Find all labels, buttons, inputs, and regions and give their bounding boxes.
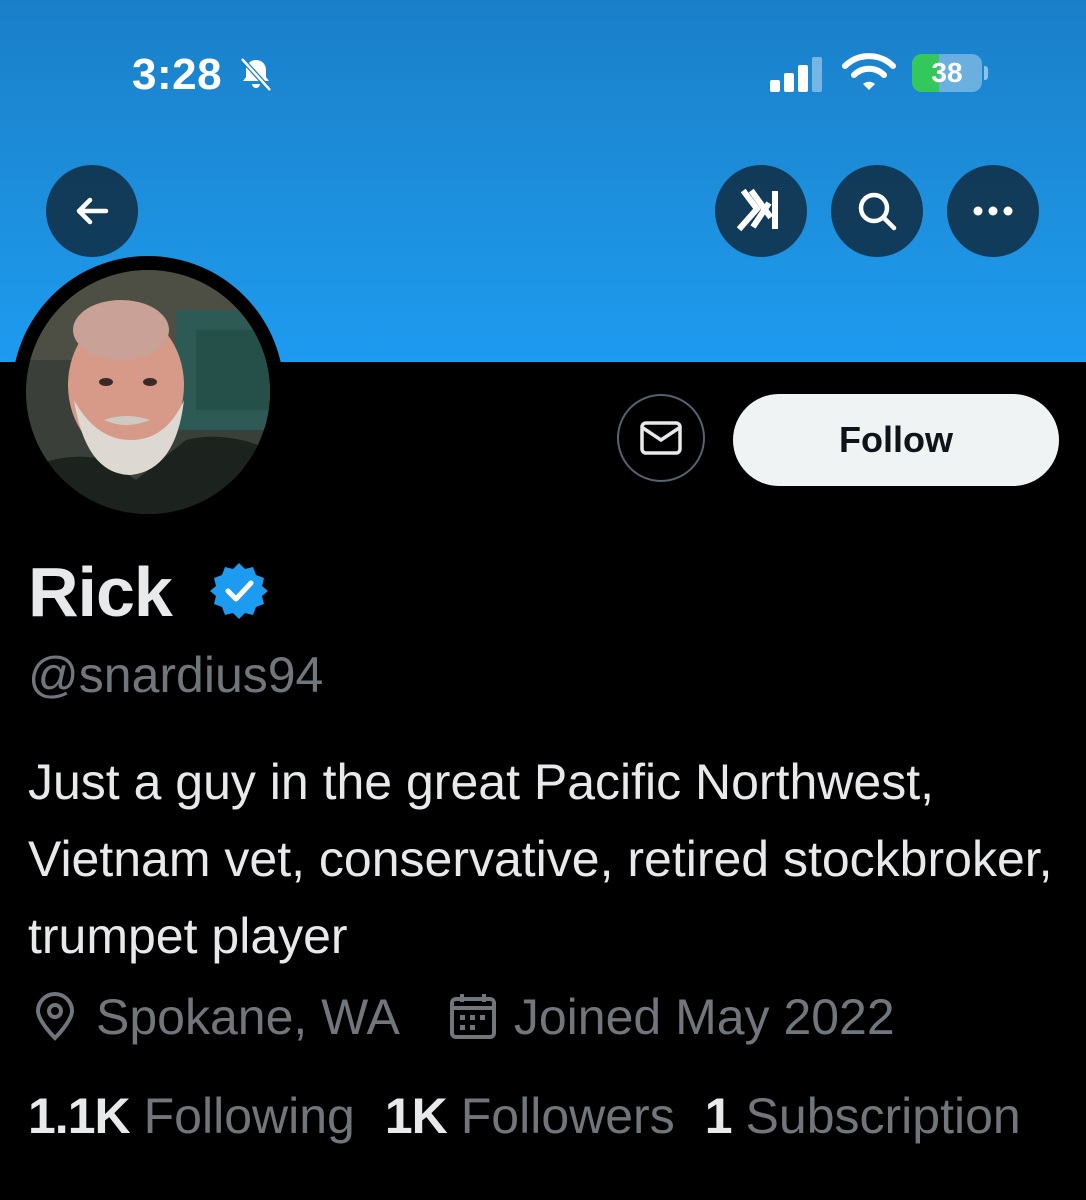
follow-button[interactable]: Follow — [733, 394, 1059, 486]
more-button[interactable] — [947, 165, 1039, 257]
calendar-icon — [449, 994, 496, 1039]
grok-button[interactable] — [715, 165, 807, 257]
subscriptions-link[interactable]: 1 Subscription — [705, 1087, 1021, 1145]
arrow-left-icon — [76, 197, 109, 225]
subscriptions-label: Subscription — [745, 1088, 1021, 1144]
battery-level: 38 — [931, 57, 963, 88]
signal-icon — [770, 57, 822, 92]
search-button[interactable] — [831, 165, 923, 257]
battery-indicator: 38 — [912, 54, 988, 92]
profile-handle: @snardius94 — [28, 647, 324, 703]
subscriptions-count: 1 — [704, 1088, 733, 1144]
search-icon — [858, 192, 897, 231]
followers-link[interactable]: 1K Followers — [385, 1087, 675, 1145]
message-button[interactable] — [617, 394, 705, 482]
back-button[interactable] — [46, 165, 138, 257]
bell-slash-icon — [240, 57, 272, 92]
profile-bio: Just a guy in the great Pacific Northwes… — [28, 754, 1053, 964]
envelope-icon — [640, 421, 682, 455]
following-label: Following — [143, 1088, 355, 1144]
verified-badge-icon[interactable] — [208, 560, 270, 622]
grok-icon — [736, 188, 778, 232]
avatar-image — [26, 270, 270, 514]
wifi-icon — [842, 53, 896, 90]
more-icon — [973, 206, 1013, 216]
following-count: 1.1K — [28, 1088, 131, 1144]
profile-stats: 1.1K Following 1K Followers 1 Subscription — [28, 1084, 1021, 1148]
profile-meta: Spokane, WA Joined May 2022 — [28, 985, 895, 1049]
following-link[interactable]: 1.1K Following — [28, 1087, 355, 1145]
status-time: 3:28 — [132, 50, 223, 99]
profile-joined-date: Joined May 2022 — [513, 989, 895, 1045]
profile-location: Spokane, WA — [96, 989, 400, 1045]
location-pin-icon — [35, 992, 75, 1041]
display-name: Rick — [28, 553, 173, 631]
avatar[interactable] — [26, 270, 270, 514]
followers-label: Followers — [460, 1088, 675, 1144]
followers-count: 1K — [384, 1088, 448, 1144]
